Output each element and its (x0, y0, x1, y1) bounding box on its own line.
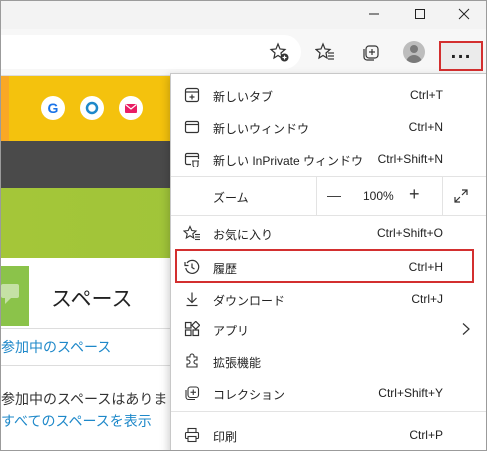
ring-icon (85, 101, 99, 115)
zoom-divider (442, 177, 443, 215)
menu-item-collections[interactable]: コレクション Ctrl+Shift+Y (171, 376, 486, 410)
zoom-in-button[interactable]: + (409, 184, 420, 205)
zoom-level: 100% (363, 189, 394, 203)
new-tab-icon (183, 86, 201, 104)
menu-item-label: 新しいウィンドウ (213, 122, 310, 136)
collections-button[interactable] (356, 37, 386, 67)
menu-item-label: 印刷 (213, 430, 238, 444)
title-bar (1, 1, 486, 29)
collections-icon (183, 384, 201, 402)
new-window-icon (183, 118, 201, 136)
minimize-button[interactable] (352, 1, 396, 27)
zoom-divider (316, 177, 317, 215)
settings-and-more-button[interactable]: ··· (439, 41, 483, 71)
menu-item-extensions[interactable]: 拡張機能 (171, 344, 486, 378)
menu-item-new-inprivate-window[interactable]: 新しい InPrivate ウィンドウ Ctrl+Shift+N (171, 142, 486, 176)
browser-toolbar: ··· (1, 29, 486, 76)
menu-item-shortcut: Ctrl+P (409, 428, 443, 442)
menu-item-shortcut: Ctrl+N (408, 120, 443, 134)
mail-icon (125, 104, 137, 113)
mail-app-button[interactable] (119, 96, 143, 120)
google-icon: G (47, 100, 59, 116)
maximize-icon (415, 9, 425, 19)
menu-item-shortcut: Ctrl+Shift+N (377, 152, 443, 166)
all-spaces-link[interactable]: すべてのスペースを表示 (1, 411, 152, 431)
collections-icon (363, 45, 379, 61)
fullscreen-button[interactable] (453, 188, 469, 207)
menu-item-label: お気に入り (213, 228, 274, 242)
divider (1, 365, 171, 366)
close-icon (458, 8, 470, 20)
chevron-right-icon (461, 322, 471, 339)
menu-item-downloads[interactable]: ダウンロード Ctrl+J (171, 282, 486, 316)
chat-bubble-icon (1, 284, 19, 304)
space-title: スペース (51, 288, 133, 311)
minimize-icon (369, 13, 379, 15)
circle-app-button[interactable] (80, 96, 104, 120)
google-app-button[interactable]: G (41, 96, 65, 120)
menu-item-shortcut: Ctrl+J (411, 292, 443, 306)
space-tile-icon (1, 266, 29, 326)
menu-separator (171, 411, 486, 412)
profile-button[interactable] (399, 37, 429, 67)
favorites-icon (315, 42, 334, 60)
inprivate-icon (183, 150, 201, 168)
menu-item-apps[interactable]: アプリ (171, 312, 486, 346)
address-bar[interactable] (1, 35, 301, 69)
favorites-star-icon (183, 224, 201, 242)
fullscreen-icon (454, 189, 468, 203)
zoom-label: ズーム (213, 191, 249, 205)
extensions-icon (183, 352, 201, 370)
menu-item-label: コレクション (213, 388, 286, 402)
menu-item-print[interactable]: 印刷 Ctrl+P (171, 418, 486, 450)
menu-item-label: 新しい InPrivate ウィンドウ (213, 154, 364, 168)
no-joined-spaces-text: 参加中のスペースはありま (1, 391, 168, 407)
apps-icon (183, 320, 201, 338)
joined-spaces-link[interactable]: 参加中のスペース (1, 337, 111, 357)
header-accent (1, 76, 9, 141)
menu-item-zoom: ズーム — 100% + (171, 177, 486, 215)
divider (1, 328, 171, 329)
menu-item-label: ダウンロード (213, 294, 286, 308)
menu-item-label: 新しいタブ (213, 90, 274, 104)
download-icon (183, 290, 201, 308)
zoom-out-button[interactable]: — (327, 187, 341, 203)
menu-item-shortcut: Ctrl+T (410, 88, 443, 102)
add-favorite-button[interactable] (264, 37, 294, 67)
menu-item-new-tab[interactable]: 新しいタブ Ctrl+T (171, 78, 486, 112)
add-favorite-icon (269, 42, 289, 62)
menu-item-shortcut: Ctrl+Shift+Y (378, 386, 443, 400)
menu-item-label: アプリ (213, 324, 250, 338)
menu-item-new-window[interactable]: 新しいウィンドウ Ctrl+N (171, 110, 486, 144)
printer-icon (183, 426, 201, 444)
menu-item-label: 拡張機能 (213, 356, 262, 370)
menu-item-shortcut: Ctrl+Shift+O (376, 226, 443, 240)
profile-icon (403, 41, 425, 63)
settings-menu: 新しいタブ Ctrl+T 新しいウィンドウ Ctrl+N 新しい InPriva… (170, 73, 486, 450)
close-button[interactable] (442, 1, 486, 27)
favorites-button[interactable] (310, 37, 340, 67)
browser-window: ··· G スペース 参加中のスペース 参加中のスペースはありま すべてのスペー… (0, 0, 487, 451)
menu-item-favorites[interactable]: お気に入り Ctrl+Shift+O (171, 216, 486, 250)
history-highlight-box (175, 249, 474, 283)
maximize-button[interactable] (398, 1, 442, 27)
